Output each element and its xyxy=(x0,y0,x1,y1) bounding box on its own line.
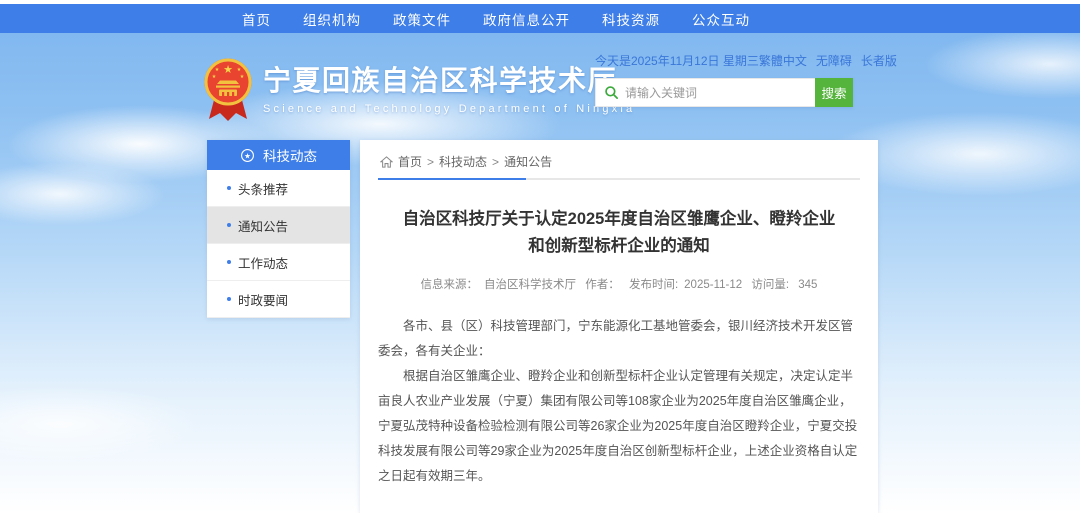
meta-visits-label: 访问量: xyxy=(751,279,789,291)
breadcrumb-home[interactable]: 首页 xyxy=(398,153,422,170)
bullet-dot-icon xyxy=(227,186,231,190)
quick-link[interactable]: 长者版 xyxy=(861,52,897,69)
sidebar-item[interactable]: 时政要闻 xyxy=(207,281,350,318)
sidebar-item-label: 头条推荐 xyxy=(238,179,288,198)
svg-text:★: ★ xyxy=(223,64,233,76)
search-icon xyxy=(604,85,619,100)
brand-text: 宁夏回族自治区科学技术厅 Science and Technology Depa… xyxy=(263,57,635,115)
top-info: 今天是2025年11月12日 星期三 繁體中文无障碍长者版 xyxy=(595,52,875,69)
header-right: 今天是2025年11月12日 星期三 繁體中文无障碍长者版 搜索 xyxy=(595,52,875,107)
meta-source-label: 信息来源： xyxy=(421,279,479,291)
quick-links: 繁體中文无障碍长者版 xyxy=(759,52,897,69)
svg-text:★: ★ xyxy=(244,151,251,160)
site-subtitle: Science and Technology Department of Nin… xyxy=(263,103,635,115)
svg-text:★: ★ xyxy=(212,74,217,80)
nav-item[interactable]: 政策文件 xyxy=(393,9,451,29)
meta-source: 自治区科学技术厅 xyxy=(484,279,576,291)
sidebar-item-label: 通知公告 xyxy=(238,216,288,235)
meta-visits: 345 xyxy=(798,279,817,291)
star-circle-icon: ★ xyxy=(240,148,255,163)
main-panel: 首页 > 科技动态 > 通知公告 自治区科技厅关于认定2025年度自治区雏鹰企业… xyxy=(360,140,878,513)
sidebar-menu: 头条推荐 通知公告 工作动态 时政要闻 xyxy=(207,170,350,318)
content-area: ★ 科技动态 头条推荐 通知公告 xyxy=(207,140,878,513)
site-title: 宁夏回族自治区科学技术厅 xyxy=(263,66,635,97)
nav-item[interactable]: 政府信息公开 xyxy=(483,9,570,29)
breadcrumb-separator: > xyxy=(427,155,434,169)
breadcrumb: 首页 > 科技动态 > 通知公告 xyxy=(378,150,860,178)
article-title: 自治区科技厅关于认定2025年度自治区雏鹰企业、瞪羚企业 和创新型标杆企业的通知 xyxy=(378,206,860,260)
breadcrumb-section[interactable]: 科技动态 xyxy=(439,153,487,170)
nav-item[interactable]: 公众互动 xyxy=(692,9,750,29)
breadcrumb-separator: > xyxy=(492,155,499,169)
top-nav: 首页 组织机构 政策文件 政府信息公开 科技资源 公众互动 xyxy=(0,4,1080,33)
nav-item[interactable]: 组织机构 xyxy=(303,9,361,29)
sidebar-item-label: 工作动态 xyxy=(238,253,288,272)
meta-publish-date: 2025-11-12 xyxy=(684,279,742,291)
nav-item[interactable]: 首页 xyxy=(242,9,271,29)
article-title-line2: 和创新型标杆企业的通知 xyxy=(528,237,710,255)
article-meta: 信息来源： 自治区科学技术厅 作者： 发布时间: 2025-11-12 访问量: 3… xyxy=(378,276,860,292)
search-button[interactable]: 搜索 xyxy=(815,78,853,107)
sidebar-item[interactable]: 工作动态 xyxy=(207,244,350,281)
sidebar-item-label: 时政要闻 xyxy=(238,290,288,309)
sidebar-header: ★ 科技动态 xyxy=(207,140,350,170)
article-body: 各市、县（区）科技管理部门，宁东能源化工基地管委会，银川经济技术开发区管委会，各… xyxy=(378,314,860,489)
nav-item[interactable]: 科技资源 xyxy=(602,9,660,29)
bullet-dot-icon xyxy=(227,223,231,227)
sidebar-item[interactable]: 通知公告 xyxy=(207,207,350,244)
svg-text:★: ★ xyxy=(240,74,245,80)
search-box xyxy=(595,78,815,107)
home-icon xyxy=(380,156,393,168)
national-emblem-icon: ★ ★ ★ ★ ★ xyxy=(203,57,253,123)
sidebar-title: 科技动态 xyxy=(263,145,317,165)
article-paragraph: 根据自治区雏鹰企业、瞪羚企业和创新型标杆企业认定管理有关规定，决定认定半亩良人农… xyxy=(378,364,860,489)
meta-author-label: 作者： xyxy=(585,279,620,291)
breadcrumb-divider-accent xyxy=(378,178,526,180)
sidebar-item[interactable]: 头条推荐 xyxy=(207,170,350,207)
article-paragraph: 各市、县（区）科技管理部门，宁东能源化工基地管委会，银川经济技术开发区管委会，各… xyxy=(378,314,860,364)
quick-link[interactable]: 无障碍 xyxy=(816,52,852,69)
site-brand: ★ ★ ★ ★ ★ 宁夏回族自治区科学技术厅 Science and Techn… xyxy=(203,57,635,123)
bullet-dot-icon xyxy=(227,260,231,264)
article-title-line1: 自治区科技厅关于认定2025年度自治区雏鹰企业、瞪羚企业 xyxy=(403,210,836,228)
page: 首页 组织机构 政策文件 政府信息公开 科技资源 公众互动 ★ ★ ★ ★ ★ 宁夏回族自… xyxy=(0,0,1080,513)
breadcrumb-current: 通知公告 xyxy=(504,153,552,170)
svg-text:★: ★ xyxy=(237,67,242,73)
breadcrumb-divider xyxy=(378,178,860,180)
bullet-dot-icon xyxy=(227,297,231,301)
svg-text:★: ★ xyxy=(215,67,220,73)
sidebar: ★ 科技动态 头条推荐 通知公告 xyxy=(207,140,350,318)
search-input[interactable] xyxy=(625,86,807,100)
quick-link[interactable]: 繁體中文 xyxy=(759,52,807,69)
date-text: 今天是2025年11月12日 星期三 xyxy=(595,52,759,69)
meta-publish-label: 发布时间: xyxy=(629,279,678,291)
search-bar: 搜索 xyxy=(595,78,853,107)
